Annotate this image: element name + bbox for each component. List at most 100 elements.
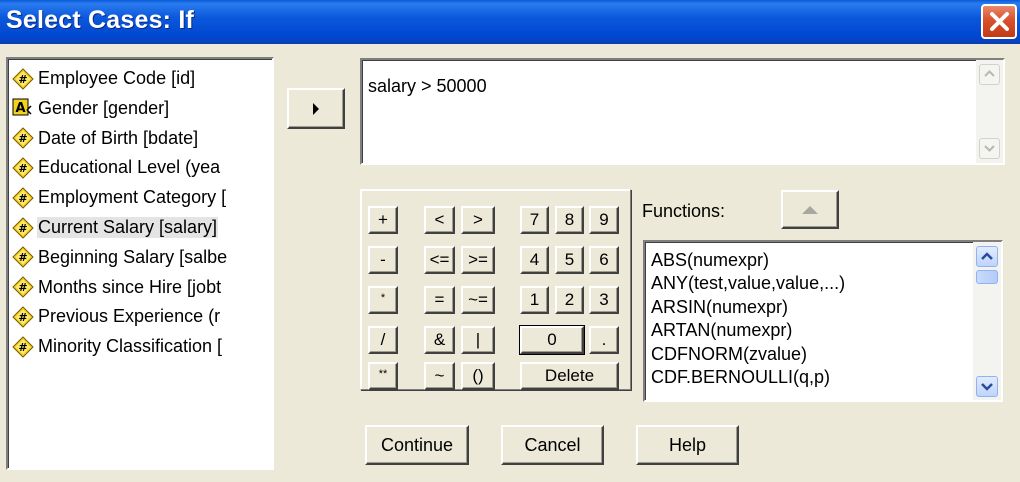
functions-list[interactable]: CDF.BERNOULLI(q,p) CDFNORM(zvalue) ARTAN(n… (643, 240, 1003, 402)
svg-text:#: # (18, 73, 27, 86)
variable-label: Employee Code [id] (38, 68, 196, 88)
svg-text:#: # (18, 192, 27, 205)
calc-key-or[interactable]: | (461, 326, 495, 354)
functions-scroll-thumb[interactable] (976, 270, 998, 284)
calc-key-and[interactable]: & (424, 326, 455, 354)
string-variable-icon: A (12, 97, 34, 119)
calc-key-greater-than[interactable]: > (461, 206, 495, 234)
numeric-variable-icon: # (12, 276, 34, 298)
calc-key-minus[interactable]: - (368, 246, 398, 274)
variable-label: Previous Experience (r (38, 306, 221, 327)
chevron-up-icon (984, 70, 995, 77)
numeric-variable-icon: # (12, 335, 34, 358)
variable-item[interactable]: # Educational Level (yea (12, 155, 272, 180)
move-variable-button[interactable] (287, 88, 345, 129)
expression-scrollbar[interactable] (976, 60, 1003, 163)
close-button[interactable] (981, 4, 1017, 39)
scroll-up-button[interactable] (979, 64, 1000, 85)
functions-label: Functions: (642, 201, 726, 221)
svg-text:#: # (18, 341, 27, 354)
chevron-down-icon (981, 383, 993, 391)
variable-label: Beginning Salary [salbe (38, 246, 228, 267)
variable-item[interactable]: # Current Salary [salary] (12, 215, 272, 240)
expression-text: salary > 50000 (368, 76, 487, 96)
calc-key-greater-equal[interactable]: >= (461, 246, 495, 274)
variable-item[interactable]: A Gender [gender] (12, 96, 272, 121)
calc-key-decimal[interactable]: . (589, 326, 619, 354)
svg-text:#: # (18, 132, 27, 145)
expression-textarea[interactable]: salary > 50000 (360, 58, 1005, 165)
variable-label: Employment Category [ (38, 187, 227, 208)
numeric-variable-icon: # (12, 157, 34, 179)
calc-key-digit-9[interactable]: 9 (589, 206, 619, 234)
variable-item[interactable]: # Date of Birth [bdate] (12, 126, 272, 151)
variable-item[interactable]: # Employment Category [ (12, 185, 272, 210)
calc-key-digit-4[interactable]: 4 (520, 246, 549, 274)
function-item[interactable]: CDFNORM(zvalue) (651, 344, 807, 365)
functions-scrollbar[interactable] (973, 242, 1001, 400)
variable-label: Date of Birth [bdate] (38, 127, 199, 148)
svg-text:#: # (18, 162, 27, 175)
numeric-variable-icon: # (12, 186, 34, 209)
function-item[interactable]: ANY(test,value,value,...) (651, 273, 845, 294)
svg-text:#: # (18, 222, 27, 235)
svg-text:#: # (18, 251, 27, 264)
cancel-button[interactable]: Cancel (501, 425, 604, 465)
variable-label: Gender [gender] (38, 97, 170, 118)
variable-item[interactable]: # Previous Experience (r (12, 304, 272, 329)
calc-key-less-than[interactable]: < (424, 206, 455, 234)
calc-key-not[interactable]: ~ (424, 362, 455, 390)
calc-key-digit-6[interactable]: 6 (589, 246, 619, 274)
up-arrow-icon (802, 205, 818, 214)
function-item[interactable]: ARTAN(numexpr) (651, 320, 792, 341)
close-icon (990, 12, 1009, 31)
function-item[interactable]: ARSIN(numexpr) (651, 297, 788, 318)
numeric-variable-icon: # (12, 306, 34, 328)
calc-key-digit-1[interactable]: 1 (520, 286, 549, 314)
title-bar: Select Cases: If (0, 0, 1020, 44)
calc-key-digit-2[interactable]: 2 (555, 286, 584, 314)
variable-label: Minority Classification [ (38, 336, 223, 357)
numeric-variable-icon: # (12, 216, 34, 239)
variable-item[interactable]: # Months since Hire [jobt (12, 275, 272, 300)
help-button[interactable]: Help (636, 425, 739, 465)
numeric-variable-icon: # (12, 246, 34, 269)
right-arrow-icon (313, 102, 319, 115)
paste-function-button[interactable] (781, 190, 839, 229)
calc-key-not-equal[interactable]: ~= (461, 286, 495, 314)
variable-label: Months since Hire [jobt (38, 276, 222, 297)
calc-key-divide[interactable]: / (368, 326, 398, 354)
variable-label: Current Salary [salary] (37, 217, 219, 238)
variable-item[interactable]: # Minority Classification [ (12, 334, 272, 359)
calc-key-digit-0[interactable]: 0 (519, 325, 585, 355)
functions-scroll-up-button[interactable] (976, 246, 998, 267)
variable-list[interactable]: # Employee Code [id] A Gender [gender] # Date… (6, 57, 274, 470)
calc-key-digit-5[interactable]: 5 (555, 246, 584, 274)
scroll-down-button[interactable] (979, 138, 1000, 159)
calc-key-digit-7[interactable]: 7 (520, 206, 549, 234)
calc-key-multiply[interactable]: * (368, 286, 398, 314)
chevron-up-icon (981, 252, 993, 260)
window-title: Select Cases: If (6, 6, 195, 34)
calculator-pad: + < >7 8 9 - <= >= 4 5 6 * = ~= 1 2 3 /& | 0. ** ~() Delete (360, 189, 631, 390)
calc-key-power[interactable]: ** (368, 362, 398, 390)
calc-key-less-equal[interactable]: <= (424, 246, 455, 274)
function-item[interactable]: CDF.BERNOULLI(q,p) (651, 367, 830, 388)
variable-item[interactable]: # Beginning Salary [salbe (12, 245, 272, 270)
calc-key-equals[interactable]: = (424, 286, 455, 314)
calc-key-plus[interactable]: + (368, 206, 398, 234)
svg-text:#: # (18, 311, 27, 324)
variable-label: Educational Level (yea (38, 157, 221, 178)
calc-key-digit-3[interactable]: 3 (589, 286, 619, 314)
numeric-variable-icon: # (12, 127, 34, 149)
chevron-down-icon (984, 145, 995, 152)
functions-scroll-down-button[interactable] (976, 376, 998, 397)
calc-key-parentheses[interactable]: () (461, 362, 495, 390)
calc-key-delete[interactable]: Delete (520, 362, 619, 390)
continue-button[interactable]: Continue (365, 425, 469, 465)
function-item[interactable]: ABS(numexpr) (651, 250, 769, 271)
svg-text:A: A (15, 101, 25, 116)
variable-item[interactable]: # Employee Code [id] (12, 66, 272, 91)
numeric-variable-icon: # (12, 67, 34, 90)
calc-key-digit-8[interactable]: 8 (555, 206, 584, 234)
